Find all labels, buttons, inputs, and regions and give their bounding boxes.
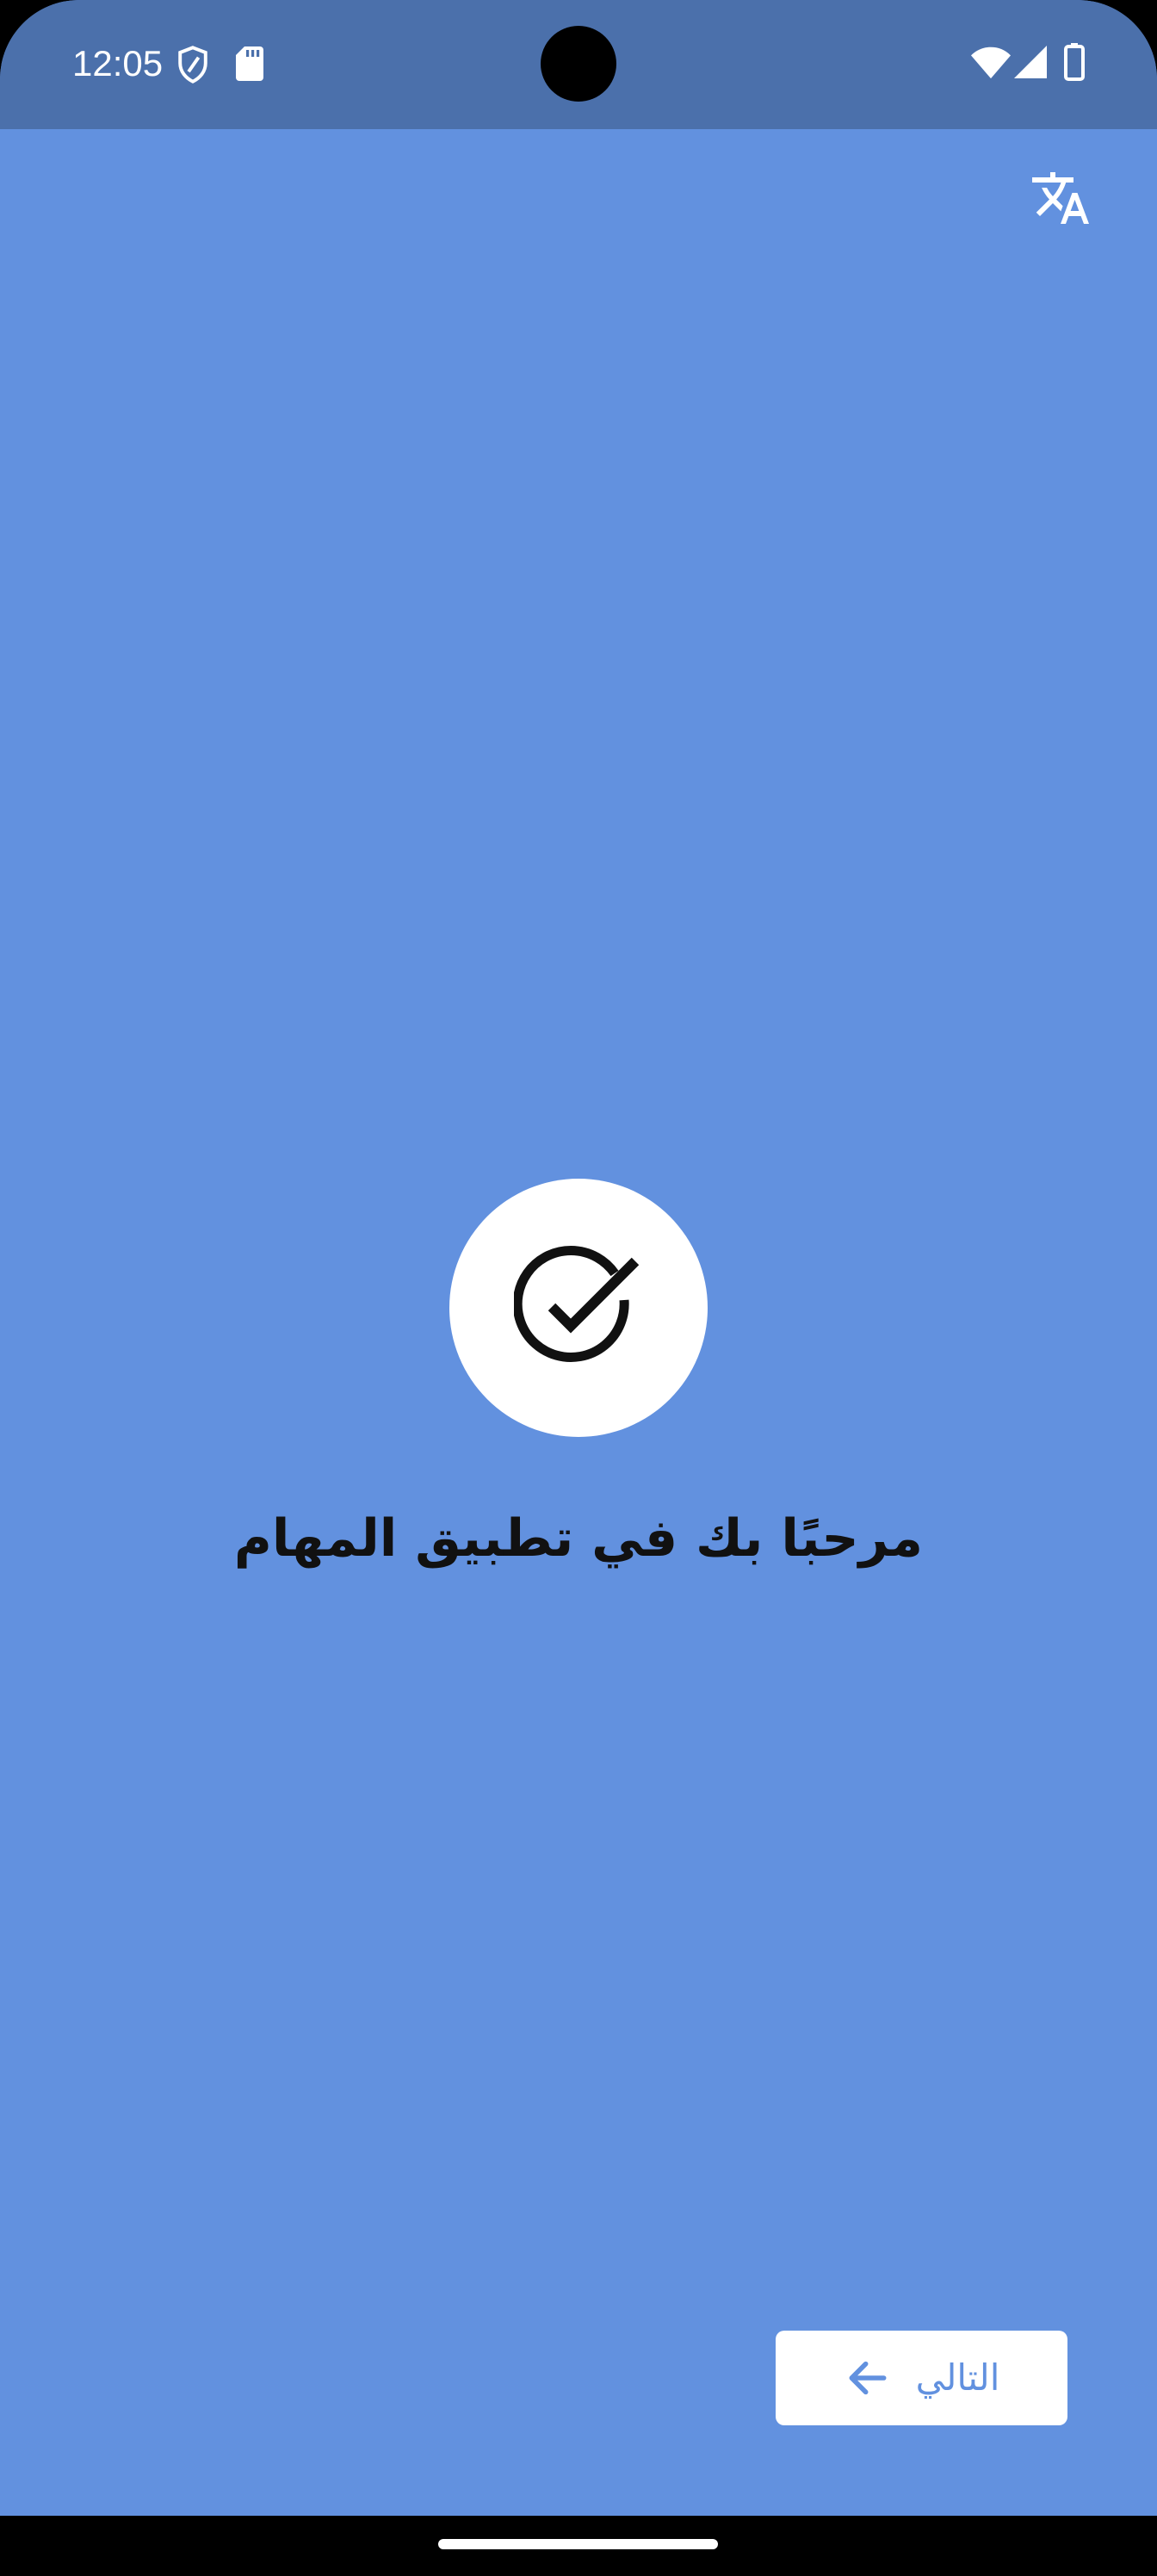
battery-icon [1064, 43, 1085, 84]
translate-button[interactable] [1016, 155, 1105, 245]
status-bar: 12:05 [0, 0, 1157, 129]
welcome-title: مرحبًا بك في تطبيق المهام [233, 1508, 924, 1569]
home-indicator[interactable] [438, 2539, 718, 2549]
shield-icon [176, 45, 210, 88]
screen: 12:05 مرحبًا بك في تطبيق المهام التالي [0, 0, 1157, 2576]
wifi-icon [971, 45, 1011, 83]
app-window: 12:05 مرحبًا بك في تطبيق المهام التالي [0, 0, 1157, 2516]
next-button[interactable]: التالي [776, 2331, 1067, 2425]
arrow-left-icon [844, 2354, 892, 2402]
hero-icon-circle [449, 1179, 708, 1437]
cell-signal-icon [1014, 45, 1047, 83]
camera-cutout [541, 26, 616, 102]
status-time: 12:05 [72, 43, 164, 84]
check-circle-icon [512, 1242, 643, 1374]
sd-card-icon [236, 46, 263, 84]
next-button-label: التالي [915, 2356, 1000, 2399]
translate-icon [1030, 167, 1092, 232]
